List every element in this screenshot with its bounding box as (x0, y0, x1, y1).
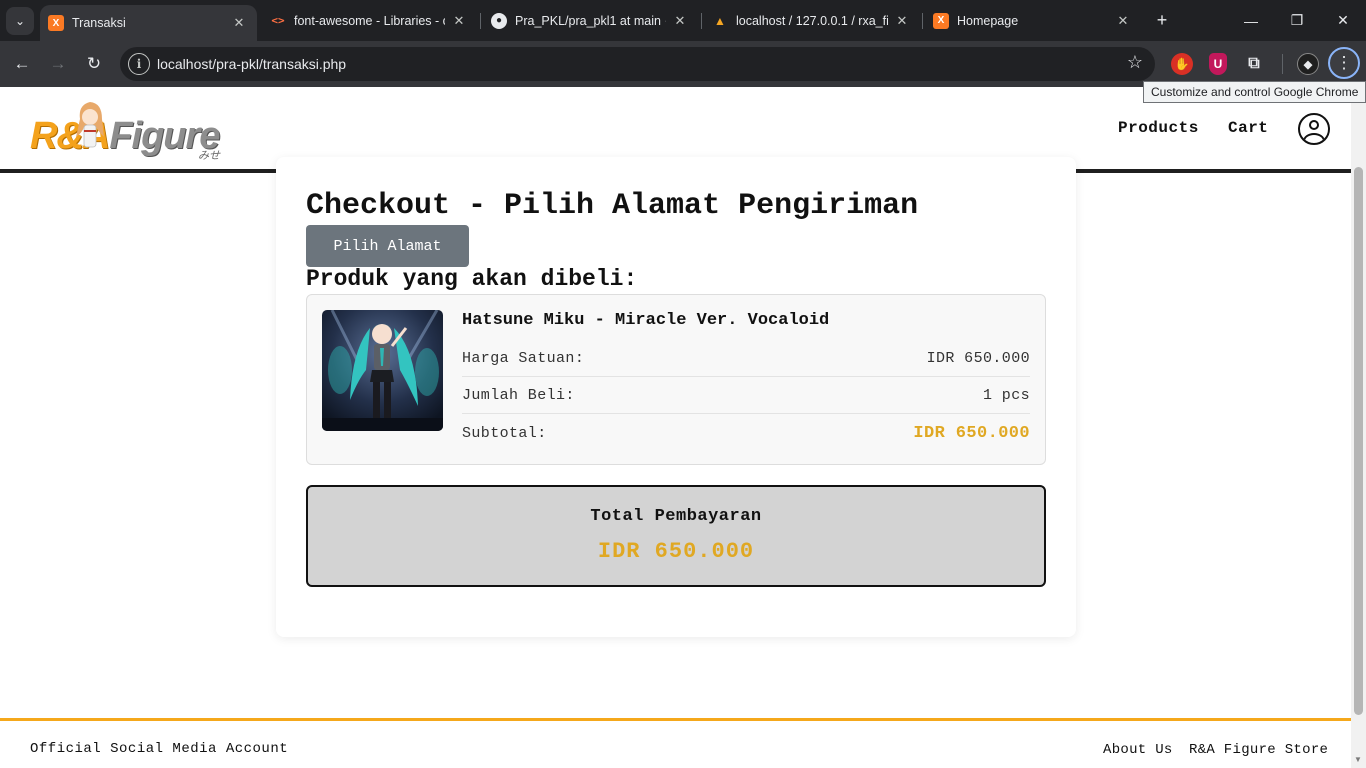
unit-price-label: Harga Satuan: (462, 349, 585, 367)
tab-title: Homepage (957, 13, 1019, 28)
minimize-button[interactable]: — (1228, 0, 1274, 41)
back-button[interactable]: ← (8, 50, 36, 78)
checkout-card: Checkout - Pilih Alamat Pengiriman Pilih… (276, 157, 1076, 637)
menu-tooltip: Customize and control Google Chrome (1143, 81, 1366, 103)
product-image (322, 310, 443, 431)
tab-title: Pra_PKL/pra_pkl1 at main · Ju (515, 13, 666, 28)
github-icon: ● (491, 12, 507, 29)
tab-transaksi[interactable]: X Transaksi ✕ (40, 5, 257, 41)
close-tab-icon[interactable]: ✕ (1115, 13, 1131, 29)
new-tab-button[interactable]: + (1151, 9, 1173, 31)
page-scrollbar[interactable]: ▲ ▼ (1351, 87, 1366, 768)
close-tab-icon[interactable]: ✕ (451, 13, 467, 29)
site-info-icon[interactable]: i (128, 53, 150, 75)
unit-price-value: IDR 650.000 (926, 349, 1030, 367)
logo-wordmark: R&AFigure (30, 115, 220, 157)
social-media-heading: Official Social Media Account (30, 741, 289, 757)
select-address-button[interactable]: Pilih Alamat (306, 225, 469, 267)
tab-font-awesome[interactable]: <> font-awesome - Libraries - cdnjs ✕ (262, 0, 477, 41)
tab-separator (480, 13, 481, 29)
reload-button[interactable]: ↻ (80, 50, 108, 78)
mascot-icon (76, 102, 104, 148)
extensions-puzzle-icon[interactable]: ⧉ (1243, 53, 1265, 75)
product-item: Hatsune Miku - Miracle Ver. Vocaloid Har… (306, 294, 1046, 465)
scroll-down-arrow-icon[interactable]: ▼ (1354, 755, 1362, 764)
subtotal-row: Subtotal: IDR 650.000 (462, 415, 1030, 452)
logo-subtitle: みせ (198, 149, 220, 162)
nav-products-link[interactable]: Products (1118, 119, 1199, 137)
total-payment-box: Total Pembayaran IDR 650.000 (306, 485, 1046, 587)
total-value: IDR 650.000 (597, 539, 755, 564)
bookmark-star-icon[interactable]: ☆ (1127, 52, 1143, 73)
tab-separator (922, 13, 923, 29)
close-tab-icon[interactable]: ✕ (231, 15, 247, 31)
tab-github[interactable]: ● Pra_PKL/pra_pkl1 at main · Ju ✕ (483, 0, 698, 41)
tab-search-button[interactable]: ⌄ (6, 7, 34, 35)
hand-extension-icon[interactable]: ✋ (1171, 53, 1193, 75)
subtotal-label: Subtotal: (462, 425, 547, 442)
code-icon: <> (271, 14, 285, 27)
phpmyadmin-icon: ▲ (714, 13, 726, 28)
close-tab-icon[interactable]: ✕ (672, 13, 688, 29)
nav-cart-link[interactable]: Cart (1228, 119, 1268, 137)
quantity-value: 1 pcs (982, 386, 1030, 404)
toolbar-separator (1282, 54, 1283, 74)
scrollbar-thumb[interactable] (1354, 167, 1363, 715)
quantity-row: Jumlah Beli: 1 pcs (462, 377, 1030, 414)
tab-title: Transaksi (72, 16, 126, 30)
xampp-icon: X (933, 12, 949, 29)
products-heading: Produk yang akan dibeli: (306, 266, 638, 292)
subtotal-value: IDR 650.000 (913, 424, 1030, 443)
tab-separator (701, 13, 702, 29)
about-us-link[interactable]: About Us (1103, 742, 1173, 758)
url-text[interactable]: localhost/pra-pkl/transaksi.php (157, 56, 346, 72)
restore-button[interactable]: ❐ (1274, 0, 1320, 41)
product-name: Hatsune Miku - Miracle Ver. Vocaloid (462, 311, 830, 330)
quantity-label: Jumlah Beli: (462, 386, 575, 404)
forward-button[interactable]: → (44, 50, 72, 78)
tab-homepage[interactable]: X Homepage ✕ (925, 0, 1141, 41)
page-viewport: R&AFigure みせ Products Cart Checkout - Pi… (0, 87, 1351, 768)
page-title: Checkout - Pilih Alamat Pengiriman (306, 189, 919, 223)
close-tab-icon[interactable]: ✕ (894, 13, 910, 29)
tab-title: font-awesome - Libraries - cdnjs (294, 13, 445, 28)
store-link[interactable]: R&A Figure Store (1189, 742, 1328, 758)
tab-phpmyadmin[interactable]: ▲ localhost / 127.0.0.1 / rxa_fig ✕ (704, 0, 920, 41)
site-logo[interactable]: R&AFigure みせ (30, 97, 235, 162)
ublock-extension-icon[interactable]: U (1209, 53, 1227, 75)
user-account-icon[interactable] (1298, 113, 1330, 145)
chrome-menu-button[interactable]: ⋮ (1328, 47, 1360, 79)
address-bar[interactable]: i localhost/pra-pkl/transaksi.php ☆ (120, 47, 1155, 81)
profile-avatar-icon[interactable]: ◆ (1297, 53, 1319, 75)
unit-price-row: Harga Satuan: IDR 650.000 (462, 340, 1030, 377)
site-footer: Official Social Media Account About Us R… (0, 718, 1351, 768)
close-window-button[interactable]: ✕ (1320, 0, 1366, 41)
total-label: Total Pembayaran (590, 507, 762, 526)
tab-title: localhost / 127.0.0.1 / rxa_fig (736, 13, 888, 28)
xampp-icon: X (48, 15, 64, 31)
browser-tab-strip: ⌄ X Transaksi ✕ <> font-awesome - Librar… (0, 0, 1366, 41)
